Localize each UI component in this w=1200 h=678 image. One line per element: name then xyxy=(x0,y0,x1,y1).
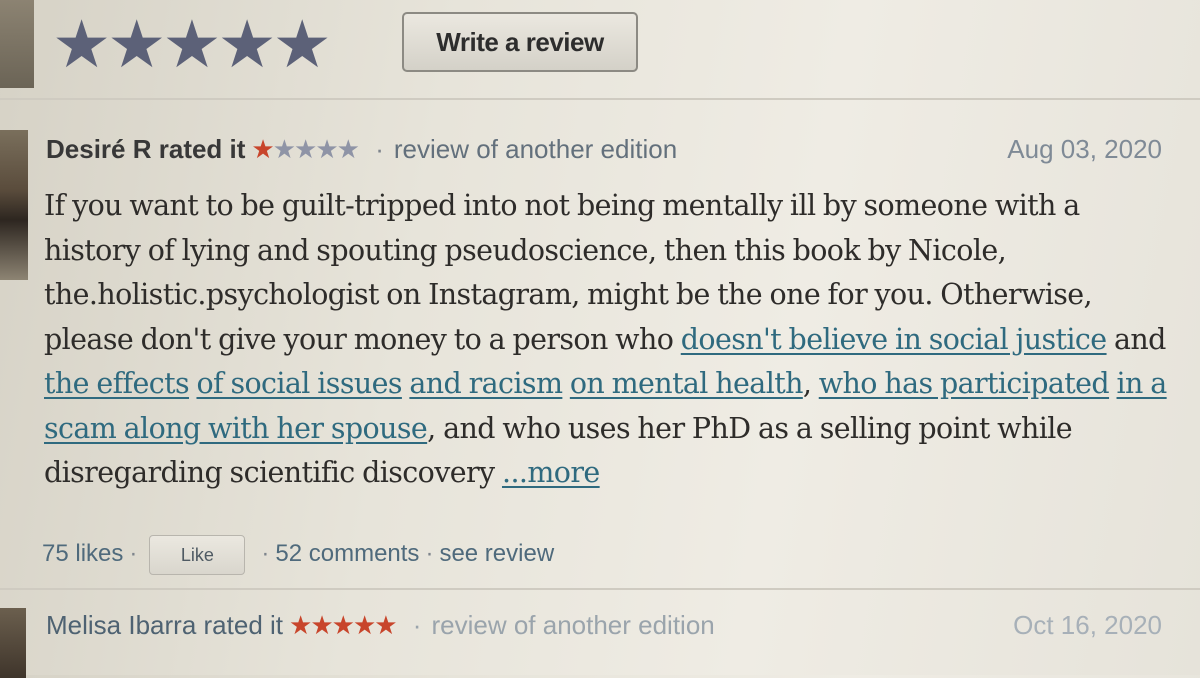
divider xyxy=(0,588,1200,590)
reviewer-avatar[interactable] xyxy=(0,608,26,678)
review-link-mental-health[interactable]: on mental health xyxy=(570,367,804,400)
like-button[interactable]: Like xyxy=(149,534,246,575)
review-text xyxy=(1109,367,1116,400)
filled-star-icon: ★ xyxy=(251,135,274,165)
review-text xyxy=(562,367,569,400)
another-edition-link[interactable]: review of another edition xyxy=(394,134,677,164)
separator-dot: · xyxy=(412,610,422,640)
comments-count-link[interactable]: 52 comments xyxy=(275,540,419,567)
review-card: Melisa Ibarra rated it ★★★★★ · review of a… xyxy=(0,600,1200,678)
empty-star-icon: ★★★★ xyxy=(272,135,360,165)
reviewer-name-link[interactable]: Melisa Ibarra xyxy=(46,610,196,640)
review-header: Desiré R rated it ★★★★★ · review of anothe… xyxy=(46,132,677,166)
review-date-link[interactable]: Aug 03, 2020 xyxy=(1007,132,1162,166)
review-link-social-justice[interactable]: doesn't believe in social justice xyxy=(681,323,1107,356)
review-text: , xyxy=(802,367,819,400)
separator-dot: · xyxy=(261,540,270,567)
review-card: Desiré R rated it ★★★★★ · review of anothe… xyxy=(0,120,1200,585)
review-body: If you want to be guilt-tripped into not… xyxy=(44,184,1180,496)
review-date-link[interactable]: Oct 16, 2020 xyxy=(1013,608,1162,642)
review-text: and xyxy=(1106,322,1166,356)
likes-count-link[interactable]: 75 likes xyxy=(42,540,123,567)
review-star-rating: ★★★★★ xyxy=(251,135,360,165)
review-star-rating: ★★★★★ xyxy=(289,611,398,641)
review-header: Melisa Ibarra rated it ★★★★★ · review of a… xyxy=(46,608,715,642)
review-link-social-issues[interactable]: of social issues xyxy=(196,367,402,400)
reviewer-avatar[interactable] xyxy=(0,130,28,280)
review-link-racism[interactable]: and racism xyxy=(409,367,563,400)
filled-star-icon: ★★★★★ xyxy=(289,611,398,641)
separator-dot: · xyxy=(129,540,138,567)
rate-this-book-row: ★★★★★ Write a review xyxy=(0,0,1200,100)
review-actions: 75 likes · Like · 52 comments · see review xyxy=(42,532,554,576)
rated-it-label: rated it xyxy=(158,134,246,164)
reviewer-name-link[interactable]: Desiré R xyxy=(46,134,152,164)
separator-dot: · xyxy=(375,134,384,164)
write-review-button[interactable]: Write a review xyxy=(402,12,638,72)
book-cover-thumbnail xyxy=(0,0,34,88)
read-more-link[interactable]: ...more xyxy=(502,456,600,489)
rate-stars-widget[interactable]: ★★★★★ xyxy=(52,12,332,78)
see-review-link[interactable]: see review xyxy=(439,540,554,567)
divider xyxy=(0,98,1200,100)
review-link-the-effects[interactable]: the effects xyxy=(44,367,190,400)
separator-dot: · xyxy=(425,540,434,567)
another-edition-link[interactable]: review of another edition xyxy=(431,610,714,640)
review-link-who-has-participated[interactable]: who has participated xyxy=(819,367,1110,400)
rated-it-label: rated it xyxy=(203,610,284,640)
